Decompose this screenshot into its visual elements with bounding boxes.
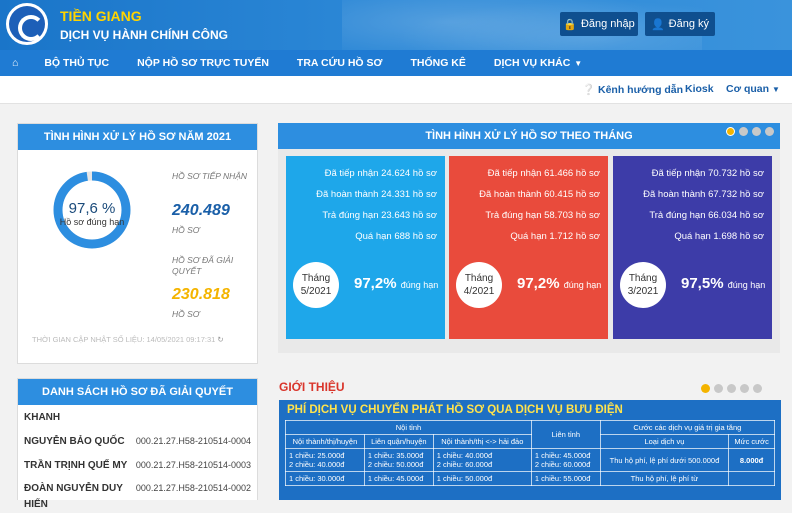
login-button[interactable]: 🔒 Đăng nhập xyxy=(560,12,638,36)
intro-carousel-dots xyxy=(697,384,762,396)
kiosk-link[interactable]: Kiosk xyxy=(685,83,714,95)
resolved-unit: HỒ SƠ xyxy=(172,309,200,319)
nav-item-lookup[interactable]: TRA CỨU HỒ SƠ xyxy=(283,50,397,76)
site-subtitle: DỊCH VỤ HÀNH CHÍNH CÔNG xyxy=(60,28,228,42)
user-plus-icon: 👤 xyxy=(650,18,665,31)
caret-down-icon: ▼ xyxy=(574,58,583,68)
carousel-dot[interactable] xyxy=(726,127,735,136)
col-header: Liên quận/huyện xyxy=(363,434,434,449)
col-header: Cước các dịch vụ giá trị gia tăng xyxy=(599,420,776,435)
update-timestamp: THỜI GIAN CẬP NHẬT SỐ LIỆU: 14/05/2021 0… xyxy=(32,335,224,344)
card-done: Đã hoàn thành 24.331 hồ sơ xyxy=(316,189,437,200)
nav-item-statistics[interactable]: THỐNG KÊ xyxy=(396,50,479,76)
col-header: Nội thành/thị/huyện xyxy=(285,434,365,449)
resolved-list-title: DANH SÁCH HỒ SƠ ĐÃ GIẢI QUYẾT xyxy=(18,379,257,405)
carousel-dot[interactable] xyxy=(714,384,723,393)
resolved-label: HỒ SƠ ĐÃ GIẢI QUYẾT xyxy=(172,255,234,276)
nav-item-online-submit[interactable]: NỘP HỒ SƠ TRỰC TUYẾN xyxy=(123,50,283,76)
received-value: 240.489 xyxy=(172,202,230,219)
table-row: 1 chiều: 25.000đ 2 chiều: 40.000đ 1 chiều… xyxy=(285,448,775,472)
fee-banner[interactable]: PHÍ DỊCH VỤ CHUYỂN PHÁT HỒ SƠ QUA DỊCH V… xyxy=(279,400,781,500)
card-ontime: Trả đúng hạn 66.034 hồ sơ xyxy=(649,210,764,221)
card-ontime: Trả đúng hạn 23.643 hồ sơ xyxy=(322,210,437,221)
question-circle-icon: ❔ xyxy=(582,84,596,96)
year-stats-title: TÌNH HÌNH XỬ LÝ HỒ SƠ NĂM 2021 xyxy=(18,124,257,150)
col-header: Nội thành/thị <-> hải đảo xyxy=(432,434,532,449)
list-item[interactable]: TRẦN TRỊNH QUẾ MY 000.21.27.H58-210514-00… xyxy=(24,453,251,477)
carousel-dot[interactable] xyxy=(752,127,761,136)
donut-caption: Hồ sơ đúng hạn xyxy=(59,217,125,227)
table-row: 1 chiều: 30.000đ 1 chiều: 45.000đ 1 chiề… xyxy=(285,471,775,486)
carousel-dot[interactable] xyxy=(765,127,774,136)
carousel-dot[interactable] xyxy=(739,127,748,136)
resolved-list-panel: DANH SÁCH HỒ SƠ ĐÃ GIẢI QUYẾT KHANH NGUY… xyxy=(17,378,258,510)
carousel-dots xyxy=(722,127,774,139)
list-item[interactable]: ĐOÀN NGUYỄN DUY 000.21.27.H58-210514-0002 xyxy=(24,477,251,499)
carousel-dot[interactable] xyxy=(740,384,749,393)
carousel-dot[interactable] xyxy=(701,384,710,393)
card-percent: 97,5% đúng hạn xyxy=(681,275,766,292)
list-item[interactable]: KHANH xyxy=(24,405,251,429)
nav-item-procedures[interactable]: BỘ THỦ TỤC xyxy=(30,50,123,76)
month-card: Đã tiếp nhận 61.466 hồ sơ Đã hoàn thành … xyxy=(449,156,608,339)
month-stats-title: TÌNH HÌNH XỬ LÝ HỒ SƠ THEO THÁNG xyxy=(278,123,780,149)
col-header: Loại dịch vụ xyxy=(599,434,730,449)
sub-toolbar: ❔ Kênh hướng dẫn Kiosk Cơ quan ▼ xyxy=(0,76,792,104)
resolved-value: 230.818 xyxy=(172,286,230,303)
org-name: TIỀN GIANG xyxy=(60,8,142,24)
main-nav: ⌂ BỘ THỦ TỤC NỘP HỒ SƠ TRỰC TUYẾN TRA CỨ… xyxy=(0,50,792,76)
received-label: HỒ SƠ TIẾP NHẬN xyxy=(172,171,248,181)
card-late: Quá hạn 1.698 hồ sơ xyxy=(674,231,764,242)
card-percent: 97,2% đúng hạn xyxy=(517,275,602,292)
list-item[interactable]: NGUYỄN BẢO QUỐC 000.21.27.H58-210514-0004 xyxy=(24,429,251,453)
fee-table: Nội tỉnh Liên tỉnh Cước các dịch vụ giá … xyxy=(285,420,776,486)
col-header: Mức cước xyxy=(728,434,775,449)
carousel-dot[interactable] xyxy=(753,384,762,393)
carousel-dot[interactable] xyxy=(727,384,736,393)
site-header: TIỀN GIANG DỊCH VỤ HÀNH CHÍNH CÔNG 🔒 Đăn… xyxy=(0,0,792,50)
year-stats-panel: TÌNH HÌNH XỬ LÝ HỒ SƠ NĂM 2021 97,6 % Hồ… xyxy=(17,123,258,364)
card-received: Đã tiếp nhận 24.624 hồ sơ xyxy=(324,168,437,179)
guide-link[interactable]: ❔ Kênh hướng dẫn xyxy=(582,83,683,96)
refresh-icon[interactable]: ↻ xyxy=(217,335,223,344)
col-header: Nội tỉnh xyxy=(285,420,532,435)
col-header: Liên tỉnh xyxy=(530,420,601,449)
card-month-badge: Tháng 4/2021 xyxy=(456,262,502,308)
register-button[interactable]: 👤 Đăng ký xyxy=(645,12,715,36)
card-month-badge: Tháng 5/2021 xyxy=(293,262,339,308)
month-card: Đã tiếp nhận 24.624 hồ sơ Đã hoàn thành … xyxy=(286,156,445,339)
fee-banner-title: PHÍ DỊCH VỤ CHUYỂN PHÁT HỒ SƠ QUA DỊCH V… xyxy=(287,404,623,416)
card-done: Đã hoàn thành 67.732 hồ sơ xyxy=(643,189,764,200)
resolved-list: KHANH NGUYỄN BẢO QUỐC 000.21.27.H58-21051… xyxy=(18,405,257,513)
card-late: Quá hạn 1.712 hồ sơ xyxy=(510,231,600,242)
caret-down-icon: ▼ xyxy=(771,85,780,94)
card-received: Đã tiếp nhận 70.732 hồ sơ xyxy=(651,168,764,179)
home-icon[interactable]: ⌂ xyxy=(0,50,30,76)
card-done: Đã hoàn thành 60.415 hồ sơ xyxy=(479,189,600,200)
card-ontime: Trả đúng hạn 58.703 hồ sơ xyxy=(485,210,600,221)
nav-item-other-services[interactable]: DỊCH VỤ KHÁC ▼ xyxy=(480,50,596,76)
site-logo[interactable] xyxy=(6,3,48,45)
card-percent: 97,2% đúng hạn xyxy=(354,275,439,292)
agency-dropdown[interactable]: Cơ quan ▼ xyxy=(726,83,780,95)
card-received: Đã tiếp nhận 61.466 hồ sơ xyxy=(487,168,600,179)
card-late: Quá hạn 688 hồ sơ xyxy=(355,231,437,242)
month-card: Đã tiếp nhận 70.732 hồ sơ Đã hoàn thành … xyxy=(613,156,772,339)
intro-heading: GIỚI THIỆU xyxy=(279,380,345,394)
lock-icon: 🔒 xyxy=(563,18,577,31)
received-unit: HỒ SƠ xyxy=(172,225,200,235)
card-month-badge: Tháng 3/2021 xyxy=(620,262,666,308)
donut-percent: 97,6 % xyxy=(68,200,116,217)
list-item[interactable]: HIỂN xyxy=(24,499,251,513)
